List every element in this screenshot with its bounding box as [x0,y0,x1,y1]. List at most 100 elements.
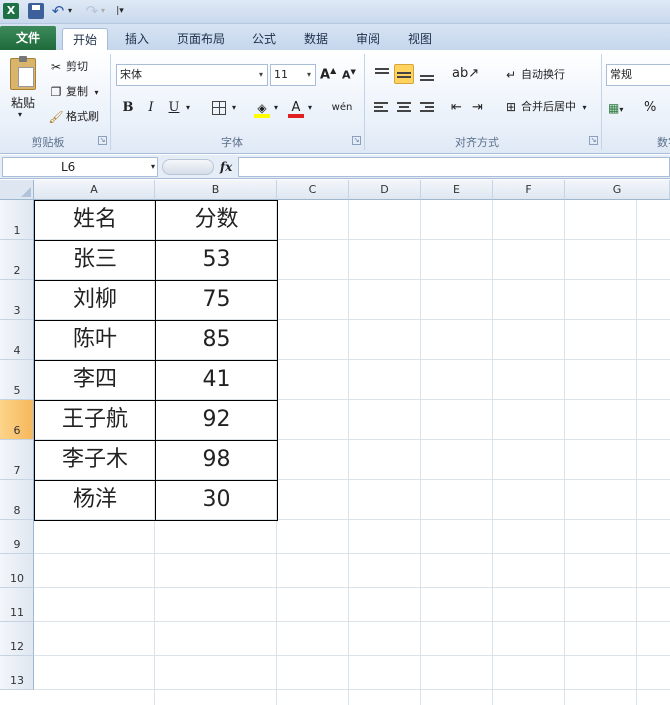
align-top-button[interactable] [372,64,392,84]
accounting-format-button[interactable]: ▦▾ [608,98,632,118]
row-number: 8 [13,504,21,517]
font-group-label: 字体 [221,136,243,149]
table-cell[interactable]: 30 [155,480,278,521]
formula-bar-resize-handle[interactable] [162,159,214,175]
tab-file[interactable]: 文件 [0,26,56,50]
row-header[interactable]: 2 [0,240,34,280]
table-cell[interactable]: 王子航 [34,400,156,441]
row-header[interactable]: 9 [0,520,34,554]
table-cell[interactable]: 92 [155,400,278,441]
undo-dropdown-icon[interactable]: ▾ [66,3,74,19]
table-header-cell[interactable]: 姓名 [34,200,156,241]
font-color-dropdown-icon[interactable]: ▾ [305,98,315,118]
clipboard-launcher-icon[interactable]: ↘ [98,136,107,145]
format-painter-button[interactable]: 🖌 格式刷 [48,108,99,126]
orientation-button[interactable]: ab↗ [452,64,479,84]
cut-button[interactable]: ✂ 剪切 [48,58,88,76]
row-header[interactable]: 8 [0,480,34,520]
wrap-text-button[interactable]: ↵ 自动换行 [503,66,565,84]
select-all-button[interactable] [0,180,34,200]
borders-button[interactable] [209,98,229,118]
underline-dropdown-icon[interactable]: ▾ [183,98,193,118]
align-left-button[interactable] [372,98,392,118]
row-header[interactable]: 4 [0,320,34,360]
tab-insert[interactable]: 插入 [116,28,158,50]
table-cell[interactable]: 75 [155,280,278,321]
tab-view[interactable]: 视图 [402,28,438,50]
align-middle-button[interactable] [394,64,414,84]
redo-dropdown-icon[interactable]: ▾ [99,3,107,19]
table-cell[interactable]: 李四 [34,360,156,401]
row-header[interactable]: 12 [0,622,34,656]
number-format-select[interactable]: 常规 [606,64,670,86]
decrease-indent-button[interactable]: ⇤ [451,98,471,118]
shrink-font-icon: A [342,68,351,82]
shrink-font-button[interactable]: A▼ [342,68,356,82]
row-header[interactable]: 3 [0,280,34,320]
tab-data[interactable]: 数据 [298,28,334,50]
table-header-cell[interactable]: 分数 [155,200,278,241]
italic-button[interactable]: I [141,98,161,118]
paste-dropdown-icon[interactable]: ▾ [18,110,22,119]
font-launcher-icon[interactable]: ↘ [352,136,361,145]
row-header[interactable]: 11 [0,588,34,622]
column-header[interactable]: F [493,180,565,200]
table-cell[interactable]: 李子木 [34,440,156,481]
align-line [397,110,411,112]
tab-page-layout[interactable]: 页面布局 [168,28,234,50]
font-size-select[interactable]: 11 ▾ [270,64,316,86]
phonetic-guide-button[interactable]: wén [328,98,356,118]
table-cell[interactable]: 41 [155,360,278,401]
copy-button[interactable]: ❐ 复制 ▾ [48,83,99,101]
align-center-button[interactable] [394,98,414,118]
underline-button[interactable]: U [164,98,184,118]
paste-icon[interactable] [10,56,36,90]
row-header[interactable]: 7 [0,440,34,480]
alignment-launcher-icon[interactable]: ↘ [589,136,598,145]
merge-center-button[interactable]: ⊞ 合并后居中 ▾ [503,98,587,116]
column-header[interactable]: B [155,180,277,200]
row-header[interactable]: 13 [0,656,34,690]
row-header[interactable]: 1 [0,200,34,240]
wrap-text-label: 自动换行 [521,68,565,81]
tab-review[interactable]: 审阅 [350,28,386,50]
name-box[interactable]: L6 ▾ [2,157,158,177]
column-header[interactable]: C [277,180,349,200]
insert-function-button[interactable]: fx [220,157,234,177]
formula-input[interactable] [238,157,670,177]
table-cell[interactable]: 刘柳 [34,280,156,321]
column-header[interactable]: A [34,180,155,200]
borders-dropdown-icon[interactable]: ▾ [229,98,239,118]
column-header[interactable]: G [565,180,670,200]
percent-button[interactable]: % [644,98,662,118]
row-header[interactable]: 6 [0,400,34,440]
increase-indent-button[interactable]: ⇥ [472,98,492,118]
table-cell[interactable]: 98 [155,440,278,481]
table-cell[interactable]: 85 [155,320,278,361]
font-color-button[interactable]: A [286,98,306,118]
bold-button[interactable]: B [118,98,138,118]
align-right-button[interactable] [417,98,437,118]
tab-formulas[interactable]: 公式 [246,28,282,50]
row-header[interactable]: 10 [0,554,34,588]
paste-button[interactable]: 粘贴 [8,94,38,111]
merge-dropdown-icon: ▾ [582,103,587,112]
column-header[interactable]: E [421,180,493,200]
table-cell[interactable]: 杨洋 [34,480,156,521]
table-cell[interactable]: 张三 [34,240,156,281]
fill-color-dropdown-icon[interactable]: ▾ [271,98,281,118]
undo-icon[interactable]: ↶ [50,3,66,19]
font-name-select[interactable]: 宋体 ▾ [116,64,268,86]
redo-icon[interactable]: ↷ [84,3,100,19]
tab-home[interactable]: 开始 [62,28,108,50]
save-icon[interactable] [28,3,44,19]
table-cell[interactable]: 陈叶 [34,320,156,361]
fill-color-button[interactable]: ◈ [252,98,272,118]
grow-font-button[interactable]: A▲ [320,66,336,82]
customize-toolbar-icon[interactable]: |▾ [114,3,126,19]
align-bottom-button[interactable] [417,64,437,84]
table-cell[interactable]: 53 [155,240,278,281]
column-header[interactable]: D [349,180,421,200]
gridline [348,200,349,705]
row-header[interactable]: 5 [0,360,34,400]
